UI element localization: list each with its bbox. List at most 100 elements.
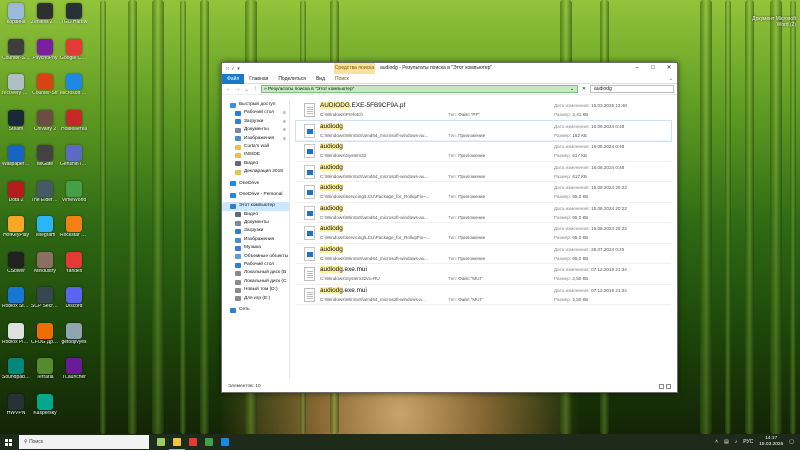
result-row[interactable]: audiodg C:\Windows\WinSxS\amd64_microsoft… [295,119,672,142]
close-button[interactable]: ✕ [661,63,677,74]
desktop-icon[interactable]: TGO Hardw [60,3,88,33]
context-tab-search-tools[interactable]: Средства поиска [334,63,375,74]
nav-item[interactable]: Видео [222,160,289,168]
nav-item[interactable]: INSIDE [222,151,289,159]
maximize-button[interactable]: □ [645,63,661,74]
nav-item[interactable]: OneDrive [222,180,289,188]
desktop-icon[interactable]: Roblox Player [2,322,30,353]
taskbar-app-yandex[interactable] [185,434,201,450]
nav-item[interactable]: OneDrive - Personal [222,191,289,199]
result-row[interactable]: audiodg C:\Windows\WinSxS\amd64_microsoft… [296,162,671,182]
tab-home[interactable]: Главная [244,74,273,84]
chevron-up-icon[interactable]: ˄ [715,439,718,445]
nav-item[interactable]: Рабочий стол [222,261,289,269]
desktop-icon[interactable]: recovery socket [2,74,30,104]
tab-share[interactable]: Поделиться [273,74,311,84]
desktop-icon[interactable]: Google Chrome [60,38,88,69]
nav-item[interactable]: Документы [222,219,289,227]
desktop-icon[interactable]: Roblox Studio [2,287,30,317]
nav-item[interactable]: Изображения [222,236,289,244]
nav-item[interactable]: Curta'n wall [222,143,289,151]
ribbon-expand-icon[interactable]: ⌄ [669,76,677,82]
folder-icon[interactable]: □ [226,66,229,72]
desktop-icon[interactable]: НовиМетка [60,109,88,140]
details-view-icon[interactable] [659,384,664,389]
result-row[interactable]: AUDIODG.EXE-5FB9CF9A.pf C:\Windows\Prefet… [296,100,671,121]
result-row[interactable]: audiodg.exe.mui C:\Windows\System32\ru-RU… [296,264,671,285]
start-button[interactable] [0,434,16,450]
forward-arrow-icon[interactable]: → [234,86,241,92]
desktop-icon[interactable]: Genshin Impact [60,145,88,175]
taskbar-app-explorer[interactable] [169,434,185,450]
desktop-icon[interactable]: Steam [2,109,30,140]
up-arrow-icon[interactable]: ↑ [252,86,259,92]
nav-item[interactable]: Загрузки [222,227,289,235]
desktop-icon[interactable]: PsychoPhy [31,38,59,69]
nav-item[interactable]: Этот компьютер [222,202,289,211]
desktop-icon[interactable]: MiGate [31,145,59,175]
desktop-icon[interactable]: Counter-Str [31,74,59,104]
desktop-icon[interactable]: Yandex [60,251,88,282]
clear-search-button[interactable]: ✕ [580,86,588,92]
desktop-icon[interactable]: The Elder Scrolls [31,180,59,211]
tiles-view-icon[interactable] [666,384,671,389]
result-row[interactable]: audiodg C:\Windows\WinSxS\amd64_microsoft… [296,244,671,264]
desktop-icon[interactable]: Mindustry [31,251,59,282]
nav-item[interactable]: Локальный диск (B [222,269,289,277]
search-input[interactable]: audiodg [590,85,674,93]
address-dropdown-icon[interactable]: ⌄ [570,86,574,93]
taskbar-app-vscode[interactable] [217,434,233,450]
desktop-icon[interactable]: Discord [60,287,88,317]
nav-item[interactable]: Сеть [222,306,289,314]
result-row[interactable]: audiodg C:\Windows\System32 Тип: Приложени… [296,141,671,162]
taskbar-search[interactable]: ⚲ Поиск [19,435,149,449]
nav-item[interactable]: Локальный диск (C [222,278,289,286]
notifications-icon[interactable]: ▢ [789,439,794,445]
desktop-icon[interactable]: Counter-Str 2 [2,38,30,69]
chevron-down-icon[interactable]: ▾ [237,66,240,72]
desktop-icon[interactable]: Kaspersky [31,393,59,424]
language-indicator[interactable]: РУС [743,439,753,445]
tab-file[interactable]: Файл [222,73,245,84]
nav-item[interactable]: Видео [222,211,289,219]
title-bar[interactable]: □ ✓ ▾ Средства поиска audiodg - Результа… [222,63,677,74]
result-row[interactable]: audiodg.exe.mui C:\Windows\WinSxS\amd64_m… [296,285,671,305]
taskbar-app-xbox[interactable] [201,434,217,450]
nav-item[interactable]: Объемные объекты [222,253,289,261]
back-arrow-icon[interactable]: ← [225,86,232,92]
desktop-icon[interactable]: getobjivyes [60,322,88,353]
check-icon[interactable]: ✓ [231,66,235,72]
result-row[interactable]: audiodg C:\Windows\servicing\LCU\Package_… [296,182,671,203]
desktop-icon[interactable]: CFOG Дрема 5X [31,322,59,353]
nav-item[interactable]: Загрузки ✲ [222,118,289,126]
result-row[interactable]: audiodg C:\Windows\servicing\LCU\Package_… [296,223,671,244]
desktop-icon[interactable]: Zenless Zone [31,3,59,33]
clock[interactable]: 14:17 15.03.2025 [759,436,783,448]
desktop-icon[interactable]: Soundpad Demo [2,358,30,388]
quick-access-toolbar[interactable]: □ ✓ ▾ [222,66,240,72]
desktop-icon[interactable]: VimeWorld [60,180,88,211]
result-row[interactable]: audiodg C:\Windows\WinSxS\amd64_microsoft… [296,203,671,223]
desktop-word-doc-label[interactable]: Документ Microsoft Word (2) [746,16,796,28]
desktop-icon[interactable]: Terraria [31,358,59,388]
recent-chevron-icon[interactable]: ⌄ [243,86,250,93]
desktop-icon[interactable]: CSolver [2,251,30,282]
nav-item[interactable]: Декларация 2018 [222,168,289,176]
nav-item[interactable]: Новый том (D:) [222,286,289,294]
desktop-icon[interactable]: Wallpaper Engine [2,145,30,175]
desktop-icon[interactable]: Chivalry 2 [31,109,59,140]
desktop-icon[interactable]: Корзина [2,3,30,33]
nav-item[interactable]: Рабочий стол ✲ [222,109,289,117]
tab-view[interactable]: Вид [311,74,330,84]
nav-item[interactable]: Для игр (E:) [222,295,289,303]
desktop-icon[interactable]: Dota 2 [2,180,30,211]
taskbar-app-town[interactable] [153,434,169,450]
search-results[interactable]: AUDIODG.EXE-5FB9CF9A.pf C:\Windows\Prefet… [290,96,677,382]
minimize-button[interactable]: – [629,63,645,74]
desktop-icon[interactable]: HWVPN [2,393,30,424]
nav-item[interactable]: Быстрый доступ [222,101,289,109]
explorer-window[interactable]: □ ✓ ▾ Средства поиска audiodg - Результа… [221,62,678,393]
desktop-icon[interactable]: Telegram [31,216,59,246]
desktop-icon[interactable]: TLauncher [60,358,88,388]
nav-item[interactable]: Документы ✲ [222,126,289,134]
